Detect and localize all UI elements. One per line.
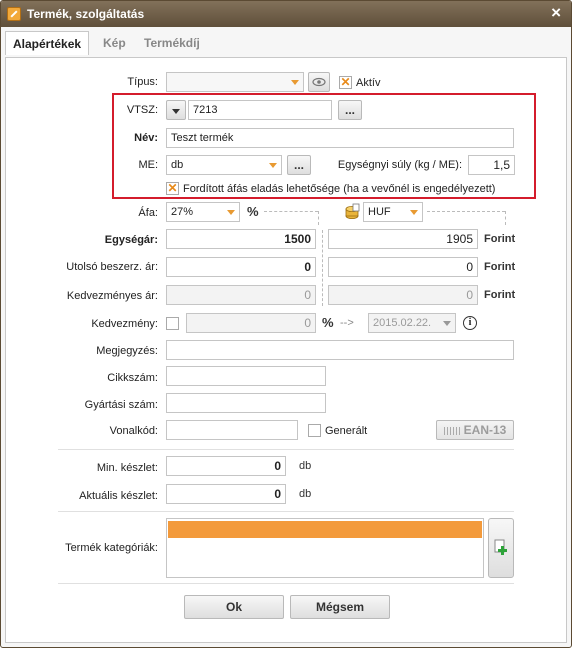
suly-label: Egységnyi súly (kg / ME): — [337, 159, 462, 171]
divider — [58, 511, 514, 512]
app-icon — [7, 7, 21, 21]
min-keszlet-label: Min. készlet: — [96, 462, 158, 474]
eye-icon — [312, 77, 326, 87]
vonalkod-label: Vonalkód: — [109, 425, 158, 437]
vtsz-dropdown-button[interactable] — [166, 100, 186, 120]
caret-down-icon — [172, 109, 180, 114]
kedvezmenyes-gross-input[interactable]: 0 — [328, 285, 478, 305]
me-label: ME: — [138, 159, 158, 171]
connector-line — [427, 211, 505, 212]
kedvezmeny-input[interactable]: 0 — [186, 313, 316, 333]
egysegar-net-input[interactable]: 1500 — [166, 229, 316, 249]
category-list-item-selected[interactable] — [168, 521, 482, 538]
connector-line — [505, 211, 506, 225]
vtsz-browse-button[interactable]: ... — [338, 100, 362, 120]
ok-button[interactable]: Ok — [184, 595, 284, 619]
cikkszam-input[interactable] — [166, 366, 326, 386]
chevron-down-icon — [223, 203, 239, 221]
afa-unit: % — [247, 204, 259, 219]
tipus-label: Típus: — [127, 76, 158, 88]
add-category-button[interactable] — [488, 518, 514, 578]
connector-line — [322, 230, 323, 306]
category-list[interactable] — [166, 518, 484, 578]
kedvezmenyes-unit: Forint — [484, 289, 516, 301]
connector-line — [264, 211, 318, 212]
cancel-button[interactable]: Mégsem — [290, 595, 390, 619]
aktualis-keszlet-unit: db — [299, 488, 312, 500]
min-keszlet-input[interactable]: 0 — [166, 456, 286, 476]
kedvezmenyes-ar-label: Kedvezményes ár: — [66, 290, 158, 302]
close-icon[interactable]: × — [551, 4, 561, 22]
tab-alapertekek[interactable]: Alapértékek — [5, 31, 90, 55]
cikkszam-label: Cikkszám: — [107, 372, 158, 384]
chevron-down-icon — [265, 156, 281, 174]
afa-select[interactable]: 27% — [166, 202, 240, 222]
tab-termekdij[interactable]: Termékdíj — [137, 31, 207, 55]
tab-content: Típus: ✕ Aktív VTSZ: 7213 ... Név: Teszt… — [5, 57, 567, 643]
tab-kep[interactable]: Kép — [96, 31, 133, 55]
min-keszlet-unit: db — [299, 460, 312, 472]
beszerz-unit: Forint — [484, 261, 516, 273]
beszerz-label: Utolsó beszerz. ár: — [66, 261, 158, 273]
gyartasi-input[interactable] — [166, 393, 326, 413]
title-bar[interactable]: Termék, szolgáltatás × — [1, 1, 571, 27]
divider — [58, 449, 514, 450]
egysegar-unit: Forint — [484, 233, 516, 245]
vtsz-label: VTSZ: — [126, 104, 158, 116]
generalt-checkbox[interactable] — [308, 424, 321, 437]
vonalkod-input[interactable] — [166, 420, 298, 440]
currency-select[interactable]: HUF — [363, 202, 423, 222]
me-select[interactable]: db — [166, 155, 282, 175]
chevron-down-icon — [406, 203, 422, 221]
kedvezmeny-date-input[interactable]: 2015.02.22. — [368, 313, 456, 333]
add-document-icon — [494, 539, 507, 555]
aktualis-keszlet-input[interactable]: 0 — [166, 484, 286, 504]
kedvezmeny-label: Kedvezmény: — [91, 318, 158, 330]
connector-line — [318, 211, 319, 225]
beszerz-gross-input[interactable]: 0 — [328, 257, 478, 277]
kedvezmeny-checkbox[interactable] — [166, 317, 179, 330]
ean13-button[interactable]: EAN-13 — [436, 420, 514, 440]
arrow-connector: --> — [340, 317, 354, 329]
aktiv-checkbox[interactable]: ✕ — [339, 76, 352, 89]
megjegyzes-input[interactable] — [166, 340, 514, 360]
forditott-label: Fordított áfás eladás lehetősége (ha a v… — [183, 183, 496, 195]
chevron-down-icon — [287, 73, 303, 91]
tipus-select[interactable] — [166, 72, 304, 92]
egysegar-gross-input[interactable]: 1905 — [328, 229, 478, 249]
nev-label: Név: — [134, 132, 158, 144]
info-icon[interactable]: i — [463, 316, 477, 330]
kategoria-label: Termék kategóriák: — [65, 542, 158, 554]
egysegar-label: Egységár: — [104, 234, 158, 246]
barcode-icon — [443, 426, 460, 435]
aktualis-keszlet-label: Aktuális készlet: — [79, 490, 158, 502]
dialog-window: Termék, szolgáltatás × Alapértékek Kép T… — [0, 0, 572, 648]
kedvezmeny-unit: % — [322, 315, 334, 330]
gyartasi-label: Gyártási szám: — [84, 399, 158, 411]
chevron-down-icon — [439, 314, 455, 332]
afa-label: Áfa: — [138, 207, 158, 219]
nev-input[interactable]: Teszt termék — [166, 128, 514, 148]
me-browse-button[interactable]: ... — [287, 155, 311, 175]
divider — [58, 583, 514, 584]
forditott-checkbox[interactable]: ✕ — [166, 182, 179, 195]
kedvezmenyes-net-input[interactable]: 0 — [166, 285, 316, 305]
vtsz-input[interactable]: 7213 — [188, 100, 332, 120]
megjegyzes-label: Megjegyzés: — [96, 345, 158, 357]
visibility-button[interactable] — [308, 72, 330, 92]
beszerz-net-input[interactable]: 0 — [166, 257, 316, 277]
suly-input[interactable]: 1,5 — [468, 155, 515, 175]
aktiv-label: Aktív — [356, 77, 381, 89]
coins-icon[interactable] — [343, 203, 361, 220]
window-title: Termék, szolgáltatás — [27, 7, 145, 21]
generalt-label: Generált — [325, 425, 368, 437]
